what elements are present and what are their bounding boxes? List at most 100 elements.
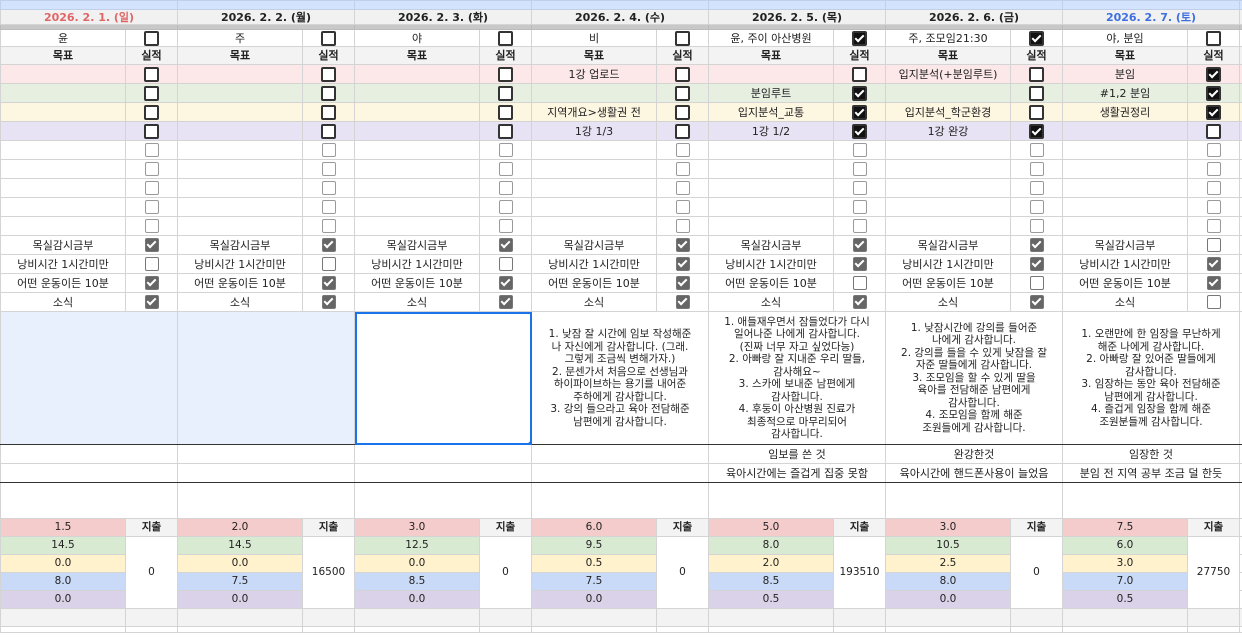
cell[interactable] xyxy=(708,482,886,519)
habit-checkbox-cell[interactable] xyxy=(1010,273,1063,293)
goal-cell[interactable] xyxy=(708,159,834,179)
goal-cell[interactable] xyxy=(531,178,657,198)
event-cell[interactable]: 야 xyxy=(354,29,480,47)
cell[interactable] xyxy=(708,608,834,627)
habit-label[interactable]: 소식 xyxy=(708,292,834,312)
goal-checkbox-cell[interactable] xyxy=(656,178,709,198)
habit-checkbox-cell[interactable] xyxy=(656,235,709,255)
goal-cell[interactable] xyxy=(0,216,126,236)
event-checkbox-cell[interactable] xyxy=(479,29,532,47)
checkbox-unchecked[interactable] xyxy=(498,123,513,139)
cell[interactable] xyxy=(1187,608,1240,627)
goal-cell[interactable]: 생활권정리 xyxy=(1062,102,1188,122)
checkbox-unchecked[interactable] xyxy=(1206,238,1221,252)
cell[interactable] xyxy=(177,0,355,10)
goal-cell[interactable] xyxy=(885,197,1011,217)
goal-checkbox-cell[interactable] xyxy=(1010,83,1063,103)
checkbox-unchecked[interactable] xyxy=(1206,143,1221,157)
stat-value[interactable]: 5.0 xyxy=(708,518,834,537)
cell[interactable] xyxy=(177,608,303,627)
stat-value[interactable]: 14.5 xyxy=(177,536,303,555)
goal-checkbox-cell[interactable] xyxy=(656,140,709,160)
expense-value[interactable]: 0 xyxy=(1010,536,1063,609)
goal-cell[interactable]: 1강 완강 xyxy=(885,121,1011,141)
checkbox-checked[interactable] xyxy=(852,85,867,101)
goal-checkbox-cell[interactable] xyxy=(479,102,532,122)
checkbox-unchecked[interactable] xyxy=(675,219,690,233)
achievement-cell[interactable]: 완강한것 xyxy=(885,444,1063,464)
habit-checkbox-cell[interactable] xyxy=(656,273,709,293)
checkbox-checked[interactable] xyxy=(852,123,867,139)
goal-checkbox-cell[interactable] xyxy=(1187,64,1240,84)
cell[interactable] xyxy=(0,0,178,10)
goal-cell[interactable] xyxy=(708,216,834,236)
reflection-cell[interactable] xyxy=(354,463,532,483)
event-cell[interactable]: 주, 조모임21:30 xyxy=(885,29,1011,47)
goal-checkbox-cell[interactable] xyxy=(656,64,709,84)
goal-checkbox-cell[interactable] xyxy=(656,159,709,179)
stat-value[interactable]: 2.0 xyxy=(177,518,303,537)
cell[interactable] xyxy=(479,608,532,627)
stat-value[interactable]: 7.5 xyxy=(1062,518,1188,537)
habit-checkbox-cell[interactable] xyxy=(833,292,886,312)
habit-label[interactable]: 어떤 운동이든 10분 xyxy=(177,273,303,293)
checkbox-checked[interactable] xyxy=(498,295,513,309)
checkbox-unchecked[interactable] xyxy=(1206,295,1221,309)
checkbox-unchecked[interactable] xyxy=(144,123,159,139)
goal-checkbox-cell[interactable] xyxy=(833,102,886,122)
habit-checkbox-cell[interactable] xyxy=(833,254,886,274)
goal-cell[interactable] xyxy=(708,140,834,160)
goal-checkbox-cell[interactable] xyxy=(302,64,355,84)
habit-label[interactable]: 낭비시간 1시간미만 xyxy=(885,254,1011,274)
checkbox-unchecked[interactable] xyxy=(144,104,159,120)
event-cell[interactable]: 주 xyxy=(177,29,303,47)
stat-value[interactable]: 3.0 xyxy=(1062,554,1188,573)
checkbox-checked[interactable] xyxy=(1206,276,1221,290)
cell[interactable] xyxy=(1062,626,1188,633)
cell[interactable] xyxy=(1010,608,1063,627)
habit-label[interactable]: 목실감시금부 xyxy=(177,235,303,255)
habit-label[interactable]: 소식 xyxy=(0,292,126,312)
goal-checkbox-cell[interactable] xyxy=(833,83,886,103)
cell[interactable] xyxy=(125,608,178,627)
checkbox-checked[interactable] xyxy=(1029,257,1044,271)
cell[interactable] xyxy=(708,0,886,10)
goal-checkbox-cell[interactable] xyxy=(1010,140,1063,160)
goal-cell[interactable] xyxy=(177,121,303,141)
checkbox-unchecked[interactable] xyxy=(1029,162,1044,176)
event-checkbox-cell[interactable] xyxy=(833,29,886,47)
habit-label[interactable]: 목실감시금부 xyxy=(708,235,834,255)
cell[interactable] xyxy=(833,626,886,633)
cell[interactable] xyxy=(1062,608,1188,627)
goal-cell[interactable]: 분임 xyxy=(1062,64,1188,84)
cell[interactable] xyxy=(125,626,178,633)
checkbox-unchecked[interactable] xyxy=(1029,85,1044,101)
checkbox-unchecked[interactable] xyxy=(321,123,336,139)
goal-checkbox-cell[interactable] xyxy=(833,64,886,84)
gratitude-cell[interactable]: 1. 오랜만에 한 임장을 무난하게 해준 나에게 감사합니다. 2. 아빠랑 … xyxy=(1062,311,1240,445)
event-checkbox-cell[interactable] xyxy=(1010,29,1063,47)
stat-value[interactable]: 9.5 xyxy=(531,536,657,555)
goal-cell[interactable] xyxy=(531,159,657,179)
cell[interactable] xyxy=(885,626,1011,633)
checkbox-unchecked[interactable] xyxy=(498,66,513,82)
goal-cell[interactable] xyxy=(0,197,126,217)
goal-checkbox-cell[interactable] xyxy=(833,197,886,217)
event-checkbox-cell[interactable] xyxy=(302,29,355,47)
cell[interactable] xyxy=(354,0,532,10)
cell[interactable] xyxy=(302,626,355,633)
checkbox-unchecked[interactable] xyxy=(144,200,159,214)
habit-label[interactable]: 어떤 운동이든 10분 xyxy=(1062,273,1188,293)
goal-cell[interactable] xyxy=(885,83,1011,103)
goal-cell[interactable]: #1,2 분임 xyxy=(1062,83,1188,103)
habit-checkbox-cell[interactable] xyxy=(125,254,178,274)
reflection-cell[interactable] xyxy=(531,463,709,483)
habit-label[interactable]: 소식 xyxy=(354,292,480,312)
goal-cell[interactable]: 입지분석_학군환경 xyxy=(885,102,1011,122)
goal-cell[interactable] xyxy=(354,216,480,236)
goal-cell[interactable] xyxy=(0,121,126,141)
reflection-cell[interactable] xyxy=(0,463,178,483)
cell[interactable] xyxy=(177,626,303,633)
event-cell[interactable]: 비 xyxy=(531,29,657,47)
stat-value[interactable]: 10.5 xyxy=(885,536,1011,555)
